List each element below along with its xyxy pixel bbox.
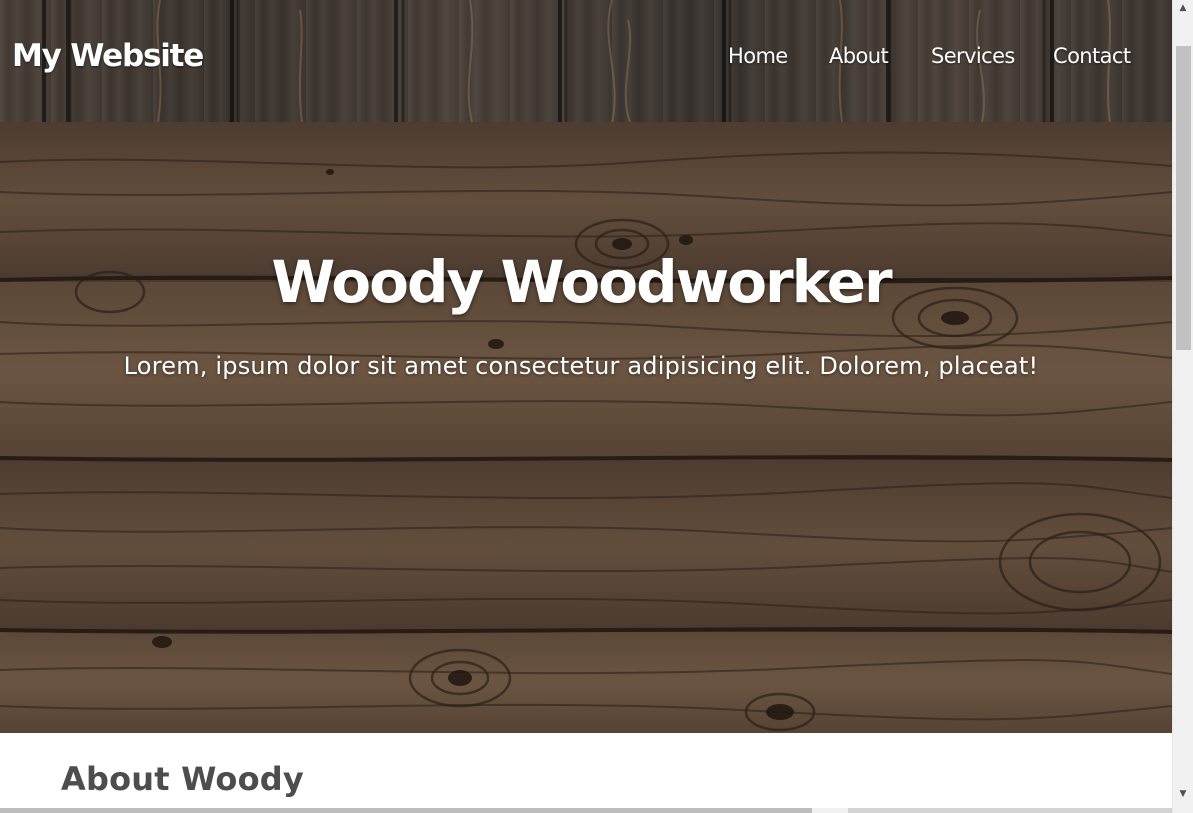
main-nav: Home About Services Contact	[0, 44, 1172, 74]
horizontal-scroll-thumb[interactable]	[0, 808, 812, 813]
about-section: About Woody	[0, 733, 1172, 813]
hero-title: Woody Woodworker	[271, 248, 892, 316]
page-viewport: My Website Home About Services Contact W…	[0, 0, 1172, 813]
hero-wood-texture	[0, 122, 1172, 733]
nav-link-home[interactable]: Home	[728, 44, 788, 68]
scroll-down-arrow-icon[interactable]: ▼	[1173, 786, 1193, 803]
hero-subtitle: Lorem, ipsum dolor sit amet consectetur …	[123, 352, 1039, 380]
nav-link-about[interactable]: About	[829, 44, 889, 68]
site-header: My Website Home About Services Contact	[0, 0, 1172, 122]
horizontal-scroll-track-segment	[848, 808, 1172, 813]
horizontal-scrollbar[interactable]	[0, 808, 1172, 813]
vertical-scrollbar[interactable]: ▲ ▼	[1172, 0, 1193, 813]
about-heading: About Woody	[61, 760, 304, 798]
nav-link-services[interactable]: Services	[931, 44, 1015, 68]
nav-link-contact[interactable]: Contact	[1053, 44, 1131, 68]
hero-section: Woody Woodworker Lorem, ipsum dolor sit …	[0, 122, 1172, 733]
scroll-up-arrow-icon[interactable]: ▲	[1173, 0, 1193, 17]
vertical-scroll-thumb[interactable]	[1176, 46, 1191, 350]
